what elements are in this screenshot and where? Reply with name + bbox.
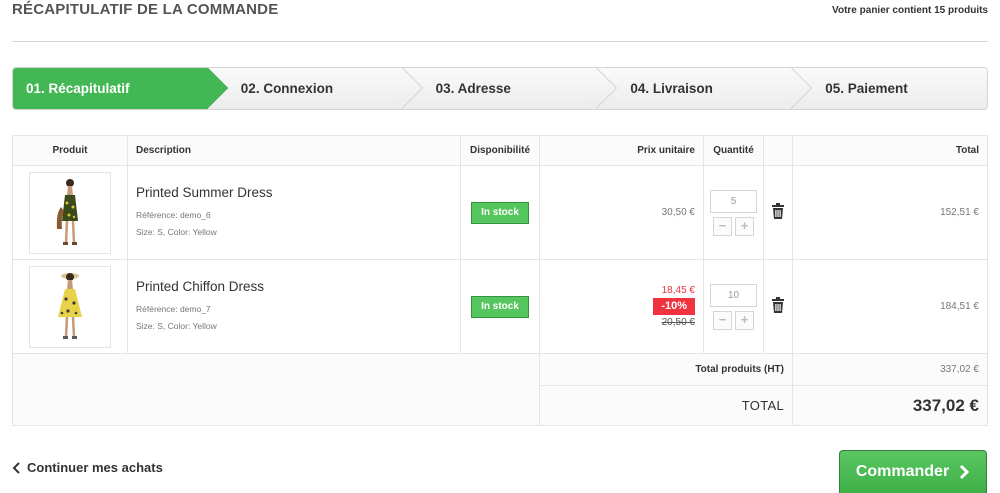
header-product: Produit: [12, 135, 128, 166]
step-login[interactable]: 02. Connexion: [208, 68, 403, 109]
quantity-cell: 5 − +: [703, 165, 764, 260]
quantity-input[interactable]: 10: [710, 283, 757, 307]
table-row: Printed Chiffon Dress Référence: demo_7 …: [12, 259, 988, 354]
product-image-cell: [12, 259, 128, 354]
product-thumbnail[interactable]: [29, 171, 111, 254]
subtotal-label: Total produits (HT): [539, 353, 793, 386]
stock-badge: In stock: [471, 201, 529, 224]
trash-icon[interactable]: [771, 297, 785, 316]
chevron-right-icon: [960, 464, 970, 480]
header-availability: Disponibilité: [460, 135, 540, 166]
product-attributes: Size: S, Color: Yellow: [136, 320, 217, 331]
quantity-decrease-button[interactable]: −: [713, 216, 732, 236]
cart-table: Produit Description Disponibilité Prix u…: [12, 135, 988, 426]
quantity-increase-button[interactable]: +: [735, 310, 754, 330]
table-row: Printed Summer Dress Référence: demo_6 S…: [12, 165, 988, 260]
trash-icon[interactable]: [771, 203, 785, 222]
quantity-cell: 10 − +: [703, 259, 764, 354]
step-shipping[interactable]: 04. Livraison: [597, 68, 792, 109]
unit-price-cell: 18,45 € -10% 20,50 €: [539, 259, 704, 354]
dress-thumbnail-icon: [56, 178, 78, 245]
quantity-decrease-button[interactable]: −: [713, 310, 732, 330]
line-total-cell: 184,51 €: [792, 259, 988, 354]
header-delete: [763, 135, 793, 166]
line-total: 152,51 €: [940, 207, 979, 218]
quantity-increase-button[interactable]: +: [735, 216, 754, 236]
page-title: Récapitulatif de la commande: [12, 1, 279, 18]
subtotal-row: Total produits (HT) 337,02 €: [12, 353, 988, 426]
product-image-cell: [12, 165, 128, 260]
product-reference: Référence: demo_7: [136, 303, 211, 314]
availability-cell: In stock: [460, 165, 540, 260]
unit-price-cell: 30,50 €: [539, 165, 704, 260]
continue-shopping-link[interactable]: Continuer mes achats: [12, 460, 163, 475]
availability-cell: In stock: [460, 259, 540, 354]
subtotal-value: 337,02 €: [792, 353, 988, 386]
product-thumbnail[interactable]: [29, 265, 111, 348]
delete-cell: [763, 259, 793, 354]
quantity-stepper: − +: [704, 216, 763, 236]
old-price: 20,50 €: [661, 317, 695, 328]
quantity-input[interactable]: 5: [710, 189, 757, 213]
product-name-link[interactable]: Printed Chiffon Dress: [136, 279, 452, 294]
cart-header-row: Produit Description Disponibilité Prix u…: [12, 135, 988, 166]
step-label: 01. Récapitulatif: [26, 81, 130, 96]
line-total: 184,51 €: [940, 301, 979, 312]
order-button[interactable]: Commander: [839, 450, 987, 493]
checkout-steps: 01. Récapitulatif 02. Connexion 03. Adre…: [12, 67, 988, 110]
grand-total-label: TOTAL: [539, 385, 793, 426]
dress-thumbnail-icon: [58, 272, 82, 339]
header-quantity: Quantité: [703, 135, 764, 166]
order-button-label: Commander: [855, 463, 950, 480]
product-attributes: Size: S, Color: Yellow: [136, 226, 217, 237]
summary-spacer: [12, 353, 540, 426]
product-description-cell: Printed Summer Dress Référence: demo_6 S…: [127, 165, 461, 260]
product-name-link[interactable]: Printed Summer Dress: [136, 185, 452, 200]
line-total-cell: 152,51 €: [792, 165, 988, 260]
grand-total-value: 337,02 €: [792, 385, 988, 426]
cart-summary: Votre panier contient 15 produits: [832, 5, 988, 16]
header-total: Total: [792, 135, 988, 166]
step-address[interactable]: 03. Adresse: [403, 68, 598, 109]
discount-badge: -10%: [653, 298, 695, 315]
unit-price: 18,45 €: [661, 285, 695, 296]
stock-badge: In stock: [471, 295, 529, 318]
delete-cell: [763, 165, 793, 260]
header-description: Description: [127, 135, 461, 166]
step-payment[interactable]: 05. Paiement: [792, 68, 987, 109]
unit-price: 30,50 €: [661, 207, 695, 218]
continue-shopping-label: Continuer mes achats: [27, 460, 163, 475]
product-description-cell: Printed Chiffon Dress Référence: demo_7 …: [127, 259, 461, 354]
chevron-left-icon: [12, 461, 20, 474]
step-summary[interactable]: 01. Récapitulatif: [13, 68, 208, 109]
quantity-stepper: − +: [704, 310, 763, 330]
page-heading: Récapitulatif de la commande Votre panie…: [12, 0, 988, 42]
header-unit-price: Prix unitaire: [539, 135, 704, 166]
product-reference: Référence: demo_6: [136, 209, 211, 220]
